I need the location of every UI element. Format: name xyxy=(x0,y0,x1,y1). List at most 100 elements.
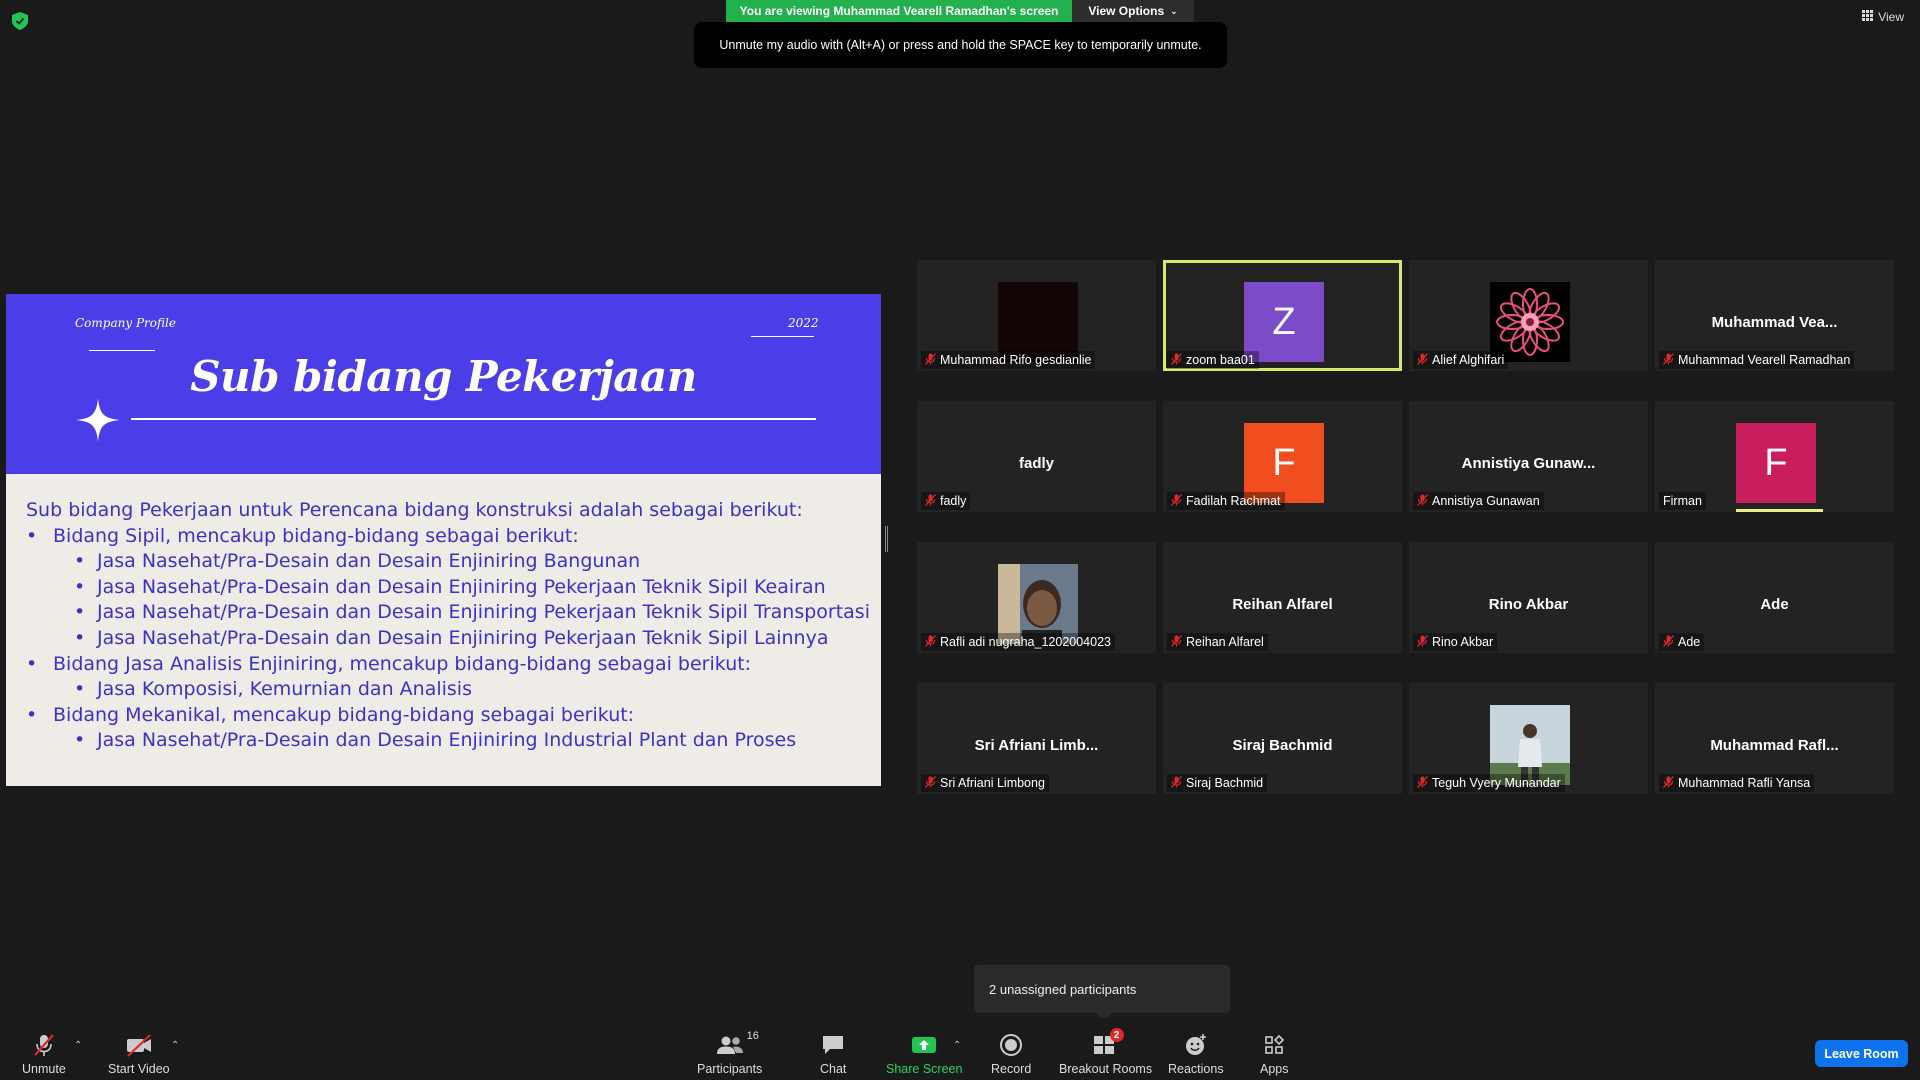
participant-tile[interactable]: Muhammad Rafl... Muhammad Rafli Yansa xyxy=(1655,683,1894,794)
participant-name-label: Teguh Vyery Munandar xyxy=(1413,774,1565,792)
microphone-muted-icon xyxy=(1171,634,1182,650)
participant-name: Rino Akbar xyxy=(1432,635,1494,649)
microphone-muted-icon xyxy=(1663,352,1674,368)
participant-display-name: Reihan Alfarel xyxy=(1232,596,1333,613)
participant-tile[interactable]: Rino Akbar Rino Akbar xyxy=(1409,542,1648,653)
slide-divider xyxy=(89,350,155,351)
reactions-label: Reactions xyxy=(1168,1062,1224,1076)
participant-name-label: Fadilah Rachmat xyxy=(1167,492,1285,510)
participant-name: Firman xyxy=(1663,494,1702,508)
participant-name-label: zoom baa01 xyxy=(1167,351,1259,369)
chat-button[interactable]: Chat xyxy=(820,1030,846,1076)
participant-name-label: Rino Akbar xyxy=(1413,633,1498,651)
reactions-button[interactable]: Reactions xyxy=(1168,1030,1224,1076)
participant-display-name: Rino Akbar xyxy=(1488,596,1569,613)
participant-name-label: Reihan Alfarel xyxy=(1167,633,1268,651)
unassigned-participants-tooltip: 2 unassigned participants xyxy=(974,965,1230,1021)
share-options-caret-icon[interactable]: ⌃ xyxy=(953,1040,961,1051)
participant-name: fadly xyxy=(940,494,967,508)
participant-tile[interactable]: Reihan Alfarel Reihan Alfarel xyxy=(1163,542,1402,653)
view-options-label: View Options xyxy=(1088,4,1165,18)
start-video-label: Start Video xyxy=(108,1062,170,1076)
apps-button[interactable]: Apps xyxy=(1260,1030,1289,1076)
share-screen-label: Share Screen xyxy=(886,1062,963,1076)
viewing-screen-banner: You are viewing Muhammad Vearell Ramadha… xyxy=(726,0,1072,22)
participant-tile[interactable]: F Firman xyxy=(1655,401,1894,512)
slide-title: Sub bidang Pekerjaan xyxy=(190,352,697,401)
participant-tile[interactable]: Muhammad Rifo gesdianlie xyxy=(917,260,1156,371)
audio-options-caret-icon[interactable]: ⌃ xyxy=(74,1040,82,1051)
participant-tile[interactable]: Alief Alghifari xyxy=(1409,260,1648,371)
microphone-muted-icon xyxy=(1663,634,1674,650)
participant-tile[interactable]: Sri Afriani Limb... Sri Afriani Limbong xyxy=(917,683,1156,794)
slide-year: 2022 xyxy=(788,316,819,330)
share-screen-button[interactable]: Share Screen xyxy=(886,1030,962,1076)
participant-name: Fadilah Rachmat xyxy=(1186,494,1281,508)
participant-tile[interactable]: fadly fadly xyxy=(917,401,1156,512)
microphone-muted-icon xyxy=(1171,775,1182,791)
slide-company-profile: Company Profile xyxy=(75,316,176,330)
participant-tile[interactable]: Rafli adi nugraha_1202004023 xyxy=(917,542,1156,653)
microphone-muted-icon xyxy=(925,775,936,791)
slide-divider xyxy=(751,336,814,337)
participants-button[interactable]: 16 Participants xyxy=(697,1030,762,1076)
participant-tile[interactable]: F Fadilah Rachmat xyxy=(1163,401,1402,512)
slide-header: Company Profile 2022 Sub bidang Pekerjaa… xyxy=(6,294,881,474)
split-view-handle[interactable] xyxy=(885,526,888,552)
video-camera-off-icon xyxy=(124,1030,154,1060)
security-shield-icon[interactable] xyxy=(12,12,28,30)
participant-name-label: Firman xyxy=(1659,492,1706,510)
participant-tile[interactable]: Annistiya Gunaw... Annistiya Gunawan xyxy=(1409,401,1648,512)
participant-name: Rafli adi nugraha_1202004023 xyxy=(940,635,1111,649)
participant-tile[interactable]: Ade Ade xyxy=(1655,542,1894,653)
video-options-caret-icon[interactable]: ⌃ xyxy=(171,1040,179,1051)
unmute-button[interactable]: Unmute xyxy=(22,1030,66,1076)
participant-display-name: Muhammad Vea... xyxy=(1711,314,1838,331)
slide-sub-bullet: Jasa Nasehat/Pra-Desain dan Desain Enjin… xyxy=(26,728,871,754)
participant-name-label: Muhammad Rifo gesdianlie xyxy=(921,351,1096,369)
participant-display-name: Siraj Bachmid xyxy=(1232,737,1333,754)
start-video-button[interactable]: Start Video xyxy=(108,1030,170,1076)
record-button[interactable]: Record xyxy=(991,1030,1031,1076)
microphone-muted-icon xyxy=(1171,493,1182,509)
apps-label: Apps xyxy=(1260,1062,1289,1076)
breakout-rooms-button[interactable]: 2 Breakout Rooms xyxy=(1059,1028,1152,1076)
slide-body: Sub bidang Pekerjaan untuk Perencana bid… xyxy=(26,498,871,754)
microphone-muted-icon xyxy=(1417,493,1428,509)
participant-name: Muhammad Rifo gesdianlie xyxy=(940,353,1092,367)
view-label: View xyxy=(1878,10,1904,24)
grid-icon xyxy=(1862,10,1874,24)
participants-label: Participants xyxy=(697,1062,763,1076)
microphone-muted-icon xyxy=(1171,352,1182,368)
participant-display-name: fadly xyxy=(1018,455,1054,472)
participant-name-label: Alief Alghifari xyxy=(1413,351,1509,369)
participant-name-label: fadly xyxy=(921,492,971,510)
participant-name: Siraj Bachmid xyxy=(1186,776,1264,790)
view-options-button[interactable]: View Options ⌄ xyxy=(1072,0,1194,22)
participant-tile[interactable]: Siraj Bachmid Siraj Bachmid xyxy=(1163,683,1402,794)
avatar: F xyxy=(1244,423,1324,503)
participant-tile[interactable]: Muhammad Vea... Muhammad Vearell Ramadhan xyxy=(1655,260,1894,371)
participants-count: 16 xyxy=(746,1030,759,1042)
chevron-down-icon: ⌄ xyxy=(1170,5,1178,16)
participant-name-label: Muhammad Rafli Yansa xyxy=(1659,774,1815,792)
share-screen-arrow-icon xyxy=(911,1030,937,1060)
participant-name-label: Ade xyxy=(1659,633,1705,651)
participant-tile[interactable]: Zzoom baa01 xyxy=(1163,260,1402,371)
sparkle-star-icon xyxy=(76,398,120,447)
slide-sub-bullet: Jasa Nasehat/Pra-Desain dan Desain Enjin… xyxy=(26,626,871,652)
participant-name-label: Rafli adi nugraha_1202004023 xyxy=(921,633,1115,651)
microphone-muted-icon xyxy=(31,1030,57,1060)
avatar: F xyxy=(1736,423,1816,503)
participant-name: Ade xyxy=(1678,635,1701,649)
leave-room-button[interactable]: Leave Room xyxy=(1815,1040,1908,1067)
view-button[interactable]: View xyxy=(1862,10,1904,24)
slide-bullet: Bidang Jasa Analisis Enjiniring, mencaku… xyxy=(26,652,871,678)
avatar xyxy=(1490,705,1570,785)
smiley-add-icon xyxy=(1183,1030,1209,1060)
participant-display-name: Ade xyxy=(1760,596,1789,613)
participant-tile[interactable]: Teguh Vyery Munandar xyxy=(1409,683,1648,794)
slide-sub-bullet: Jasa Komposisi, Kemurnian dan Analisis xyxy=(26,677,871,703)
participant-name: zoom baa01 xyxy=(1186,353,1255,367)
avatar xyxy=(998,282,1078,362)
